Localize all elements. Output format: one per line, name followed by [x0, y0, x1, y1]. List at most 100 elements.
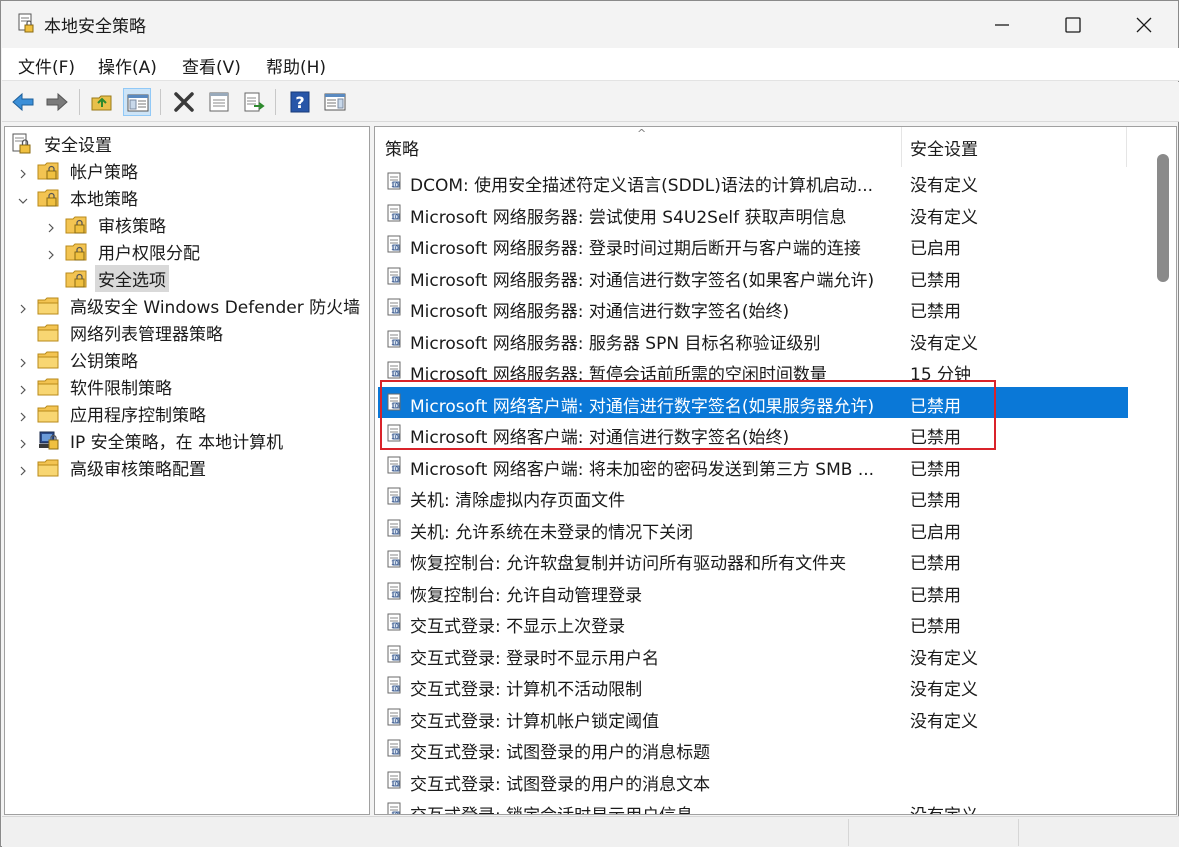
- policy-row[interactable]: 10 交互式登录: 锁定会话时显示用户信息没有定义: [378, 796, 1128, 814]
- chevron-right-icon[interactable]: [17, 462, 29, 475]
- tree-item-audit-policy[interactable]: 审核策略: [45, 211, 169, 238]
- tree-item-account-policies[interactable]: 帐户策略: [17, 157, 141, 184]
- svg-text:10: 10: [391, 434, 399, 441]
- delete-button[interactable]: [170, 88, 198, 116]
- scrollbar-thumb[interactable]: [1157, 154, 1169, 282]
- chevron-right-icon[interactable]: [17, 435, 29, 448]
- svg-text:10: 10: [391, 529, 399, 536]
- export-list-button[interactable]: [240, 88, 268, 116]
- policy-setting-icon: 10: [385, 519, 405, 539]
- security-setting-value: 已禁用: [910, 396, 961, 417]
- folder-icon: [37, 349, 61, 371]
- close-icon: [1136, 17, 1152, 33]
- tree-item-software-restriction[interactable]: 软件限制策略: [17, 373, 175, 400]
- policy-row[interactable]: 10 Microsoft 网络客户端: 对通信进行数字签名(如果服务器允许) 已禁用: [378, 386, 1128, 418]
- chevron-right-icon[interactable]: [17, 165, 29, 178]
- policy-row[interactable]: 10 关机: 清除虚拟内存页面文件 已禁用: [378, 481, 1128, 512]
- policy-row[interactable]: 10 交互式登录: 试图登录的用户的消息文本: [378, 765, 1128, 796]
- svg-text:10: 10: [391, 592, 399, 599]
- local-security-policy-window: 本地安全策略 文件(F) 操作(A) 查看(V) 帮助(H) ? 安全设置 帐户…: [0, 0, 1179, 847]
- policy-row[interactable]: 10 交互式登录: 试图登录的用户的消息标题: [378, 733, 1128, 764]
- maximize-button[interactable]: [1038, 1, 1108, 48]
- tree-item-defender-firewall[interactable]: 高级安全 Windows Defender 防火墙: [17, 292, 363, 319]
- chevron-down-icon[interactable]: [17, 192, 29, 204]
- menu-view[interactable]: 查看(V): [182, 53, 241, 78]
- folder-icon: [37, 295, 61, 317]
- column-header-setting[interactable]: 安全设置: [910, 127, 1124, 167]
- tree-item-local-policies[interactable]: 本地策略: [17, 184, 141, 211]
- policy-setting-icon: 10: [385, 676, 405, 696]
- tree-item-security-options[interactable]: 安全选项: [65, 265, 169, 292]
- ip-security-icon: [37, 430, 61, 452]
- tree-root-security-settings[interactable]: 安全设置: [11, 130, 115, 157]
- chevron-right-icon[interactable]: [17, 408, 29, 421]
- tree-label: 高级审核策略配置: [70, 460, 206, 480]
- policy-row[interactable]: 10 Microsoft 网络服务器: 尝试使用 S4U2Self 获取声明信息 没…: [378, 198, 1128, 229]
- column-divider[interactable]: [1126, 127, 1127, 167]
- forward-icon: [46, 92, 68, 112]
- menu-help[interactable]: 帮助(H): [266, 53, 326, 78]
- policy-row[interactable]: 10 Microsoft 网络客户端: 将未加密的密码发送到第三方 SMB ...…: [378, 450, 1128, 481]
- tree-item-network-list-manager[interactable]: 网络列表管理器策略: [37, 319, 226, 346]
- menu-action[interactable]: 操作(A): [98, 53, 157, 78]
- policy-setting-icon: 10: [385, 645, 405, 665]
- vertical-scrollbar[interactable]: [1150, 128, 1176, 814]
- show-hide-tree-button[interactable]: [123, 88, 151, 116]
- security-setting-value: 已禁用: [910, 270, 961, 291]
- policy-row[interactable]: 10 Microsoft 网络服务器: 服务器 SPN 目标名称验证级别 没有定义: [378, 324, 1128, 355]
- policy-row[interactable]: 10 Microsoft 网络服务器: 暂停会话前所需的空闲时间数量 15 分钟: [378, 355, 1128, 386]
- tree-item-application-control[interactable]: 应用程序控制策略: [17, 400, 209, 427]
- policy-row[interactable]: 10 交互式登录: 计算机帐户锁定阈值 没有定义: [378, 702, 1128, 733]
- chevron-right-icon[interactable]: [45, 219, 57, 232]
- show-action-pane-button[interactable]: [321, 88, 349, 116]
- close-button[interactable]: [1109, 1, 1179, 48]
- security-setting-value: 已禁用: [910, 617, 961, 637]
- security-setting-value: 已禁用: [910, 428, 961, 448]
- policy-setting-icon: 10: [385, 172, 405, 192]
- minimize-button[interactable]: [967, 1, 1037, 48]
- policy-row[interactable]: 10 Microsoft 网络客户端: 对通信进行数字签名(始终) 已禁用: [378, 418, 1128, 449]
- policy-row[interactable]: 10 恢复控制台: 允许自动管理登录 已禁用: [378, 576, 1128, 607]
- security-setting-value: 没有定义: [910, 176, 978, 196]
- forward-button[interactable]: [43, 88, 71, 116]
- tree-item-ip-security[interactable]: IP 安全策略，在 本地计算机: [17, 427, 286, 454]
- help-button[interactable]: ?: [286, 88, 314, 116]
- chevron-right-icon[interactable]: [17, 381, 29, 394]
- security-setting-value: 没有定义: [910, 648, 978, 669]
- policy-row[interactable]: 10 Microsoft 网络服务器: 登录时间过期后断开与客户端的连接 已启用: [378, 229, 1128, 260]
- policy-name: Microsoft 网络客户端: 对通信进行数字签名(如果服务器允许): [410, 396, 875, 417]
- policy-row[interactable]: 10 关机: 允许系统在未登录的情况下关闭 已启用: [378, 513, 1128, 544]
- policy-setting-icon: 10: [385, 802, 405, 814]
- security-setting-value: 已禁用: [910, 459, 961, 480]
- chevron-right-icon[interactable]: [45, 246, 57, 259]
- svg-text:10: 10: [391, 466, 399, 473]
- policy-row[interactable]: 10 Microsoft 网络服务器: 对通信进行数字签名(如果客户端允许) 已禁用: [378, 261, 1128, 292]
- toolbar-separator: [275, 89, 276, 115]
- policy-row[interactable]: 10 Microsoft 网络服务器: 对通信进行数字签名(始终) 已禁用: [378, 292, 1128, 323]
- policy-row[interactable]: 10 恢复控制台: 允许软盘复制并访问所有驱动器和所有文件夹 已禁用: [378, 544, 1128, 575]
- policy-row[interactable]: 10 交互式登录: 登录时不显示用户名 没有定义: [378, 639, 1128, 670]
- column-divider[interactable]: [901, 127, 902, 167]
- chevron-right-icon[interactable]: [17, 354, 29, 367]
- policy-setting-icon: 10: [385, 204, 405, 224]
- up-one-level-button[interactable]: [88, 88, 116, 116]
- back-button[interactable]: [9, 88, 37, 116]
- policy-row[interactable]: 10 交互式登录: 计算机不活动限制 没有定义: [378, 670, 1128, 701]
- policy-row[interactable]: 10 DCOM: 使用安全描述符定义语言(SDDL)语法的计算机启动... 没有定义: [378, 166, 1128, 197]
- tree-item-public-key-policies[interactable]: 公钥策略: [17, 346, 141, 373]
- tree-item-advanced-audit[interactable]: 高级审核策略配置: [17, 454, 209, 481]
- tree-label: 审核策略: [98, 217, 166, 237]
- locked-folder-icon: [65, 214, 89, 236]
- column-header-policy[interactable]: 策略: [385, 127, 901, 167]
- properties-button[interactable]: [205, 88, 233, 116]
- svg-text:10: 10: [391, 245, 399, 252]
- svg-text:10: 10: [391, 308, 399, 315]
- menu-bar: 文件(F) 操作(A) 查看(V) 帮助(H): [2, 48, 1179, 81]
- chevron-right-icon[interactable]: [17, 300, 29, 313]
- menu-file[interactable]: 文件(F): [18, 53, 75, 78]
- policy-row[interactable]: 10 交互式登录: 不显示上次登录 已禁用: [378, 607, 1128, 638]
- show-action-pane-icon: [324, 93, 346, 111]
- policy-setting-icon: 10: [385, 550, 405, 570]
- tree-item-user-rights[interactable]: 用户权限分配: [45, 238, 203, 265]
- tree-label: 高级安全 Windows Defender 防火墙: [70, 298, 361, 318]
